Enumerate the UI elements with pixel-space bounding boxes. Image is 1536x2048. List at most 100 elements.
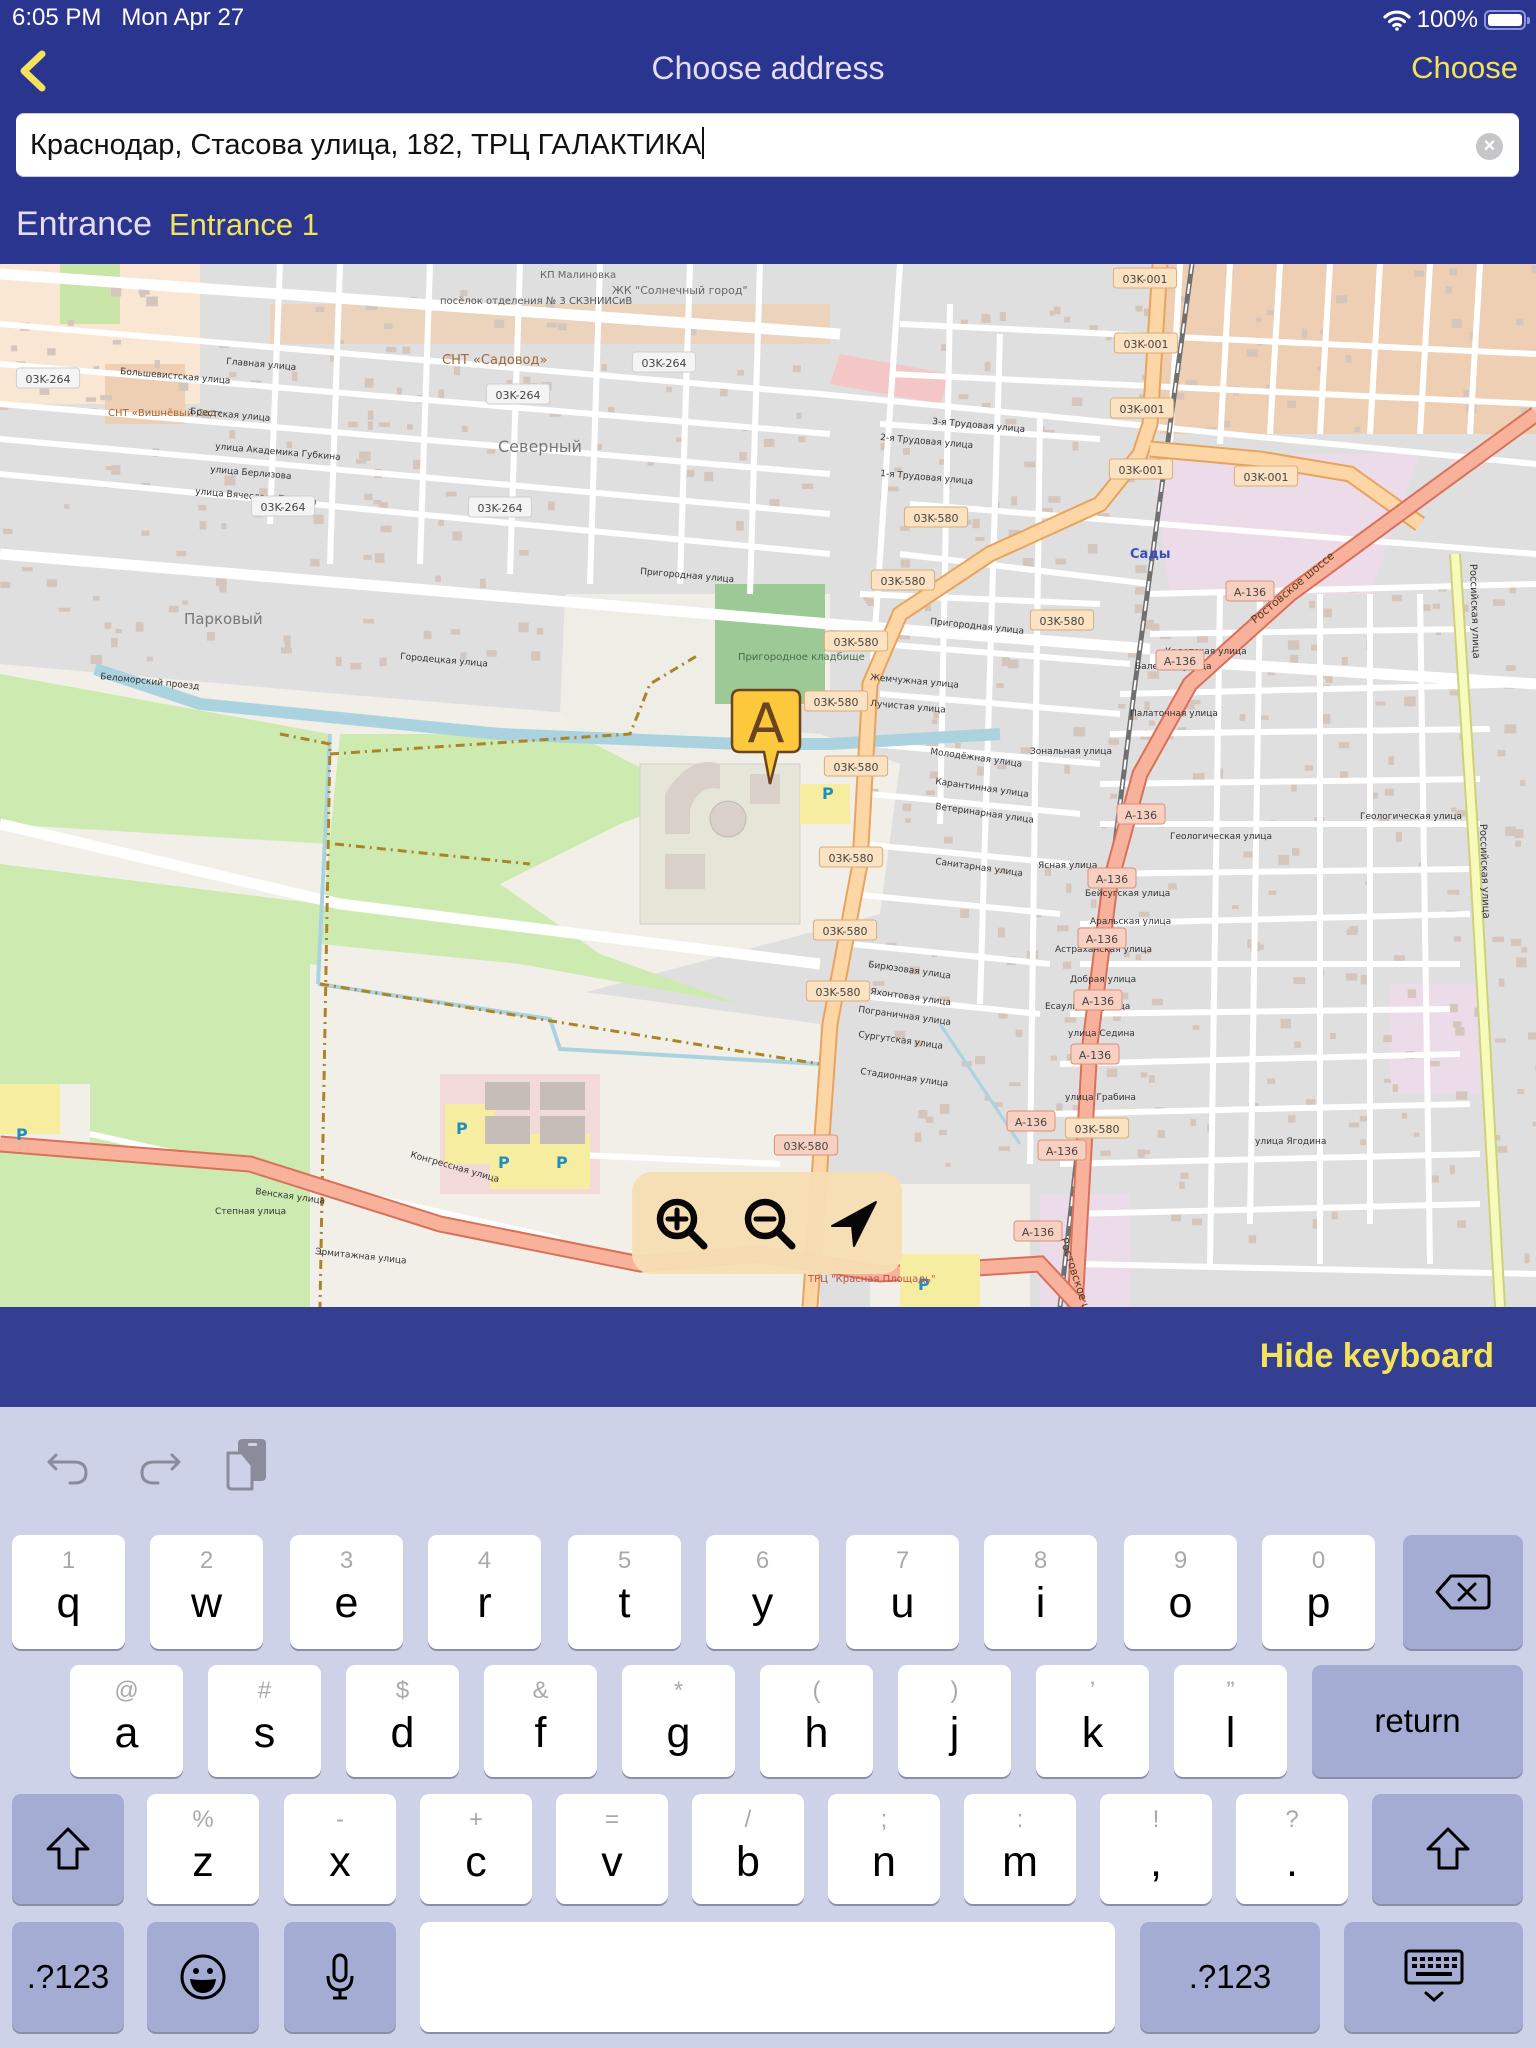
key-b[interactable]: / b xyxy=(692,1794,804,1904)
space-bar[interactable] xyxy=(420,1922,1115,2032)
road-shield: A-136 xyxy=(1037,1139,1087,1161)
road-shield-label: 03K-264 xyxy=(495,389,540,402)
map-building xyxy=(283,635,291,642)
map-building xyxy=(1062,961,1072,969)
key-u[interactable]: 7u xyxy=(846,1535,959,1649)
road-shield-label: 03K-264 xyxy=(477,502,522,515)
return-key[interactable]: return xyxy=(1312,1665,1523,1777)
key-n[interactable]: ; n xyxy=(828,1794,940,1904)
key-secondary-label: ; xyxy=(880,1806,888,1833)
map-building xyxy=(763,438,775,448)
key-l[interactable]: ” l xyxy=(1174,1665,1287,1777)
key-q[interactable]: 1q xyxy=(12,1535,125,1649)
redo-button[interactable] xyxy=(134,1437,184,1493)
street-label: Добрая улица xyxy=(1070,975,1136,985)
dismiss-keyboard-key[interactable] xyxy=(1344,1922,1523,2032)
hide-keyboard-button[interactable]: Hide keyboard xyxy=(1260,1337,1494,1376)
key-comma[interactable]: !, xyxy=(1100,1794,1212,1904)
address-input-value[interactable]: Краснодар, Стасова улица, 182, ТРЦ ГАЛАК… xyxy=(30,127,705,162)
key-secondary-label: 9 xyxy=(1173,1547,1188,1574)
zoom-out-button[interactable] xyxy=(740,1194,800,1254)
road-shield-label: 03K-580 xyxy=(813,696,858,709)
key-period[interactable]: ?. xyxy=(1236,1794,1348,1904)
map-building xyxy=(21,567,33,572)
map-building xyxy=(1073,727,1086,737)
road-shield-label: 03K-264 xyxy=(260,501,305,514)
key-m[interactable]: :m xyxy=(964,1794,1076,1904)
map-building xyxy=(438,389,445,399)
map-building xyxy=(1517,1088,1525,1095)
key-s[interactable]: # s xyxy=(208,1665,321,1777)
key-i[interactable]: 8i xyxy=(984,1535,1097,1649)
key-v[interactable]: = v xyxy=(556,1794,668,1904)
undo-button[interactable] xyxy=(44,1437,94,1493)
key-label: m xyxy=(1002,1838,1038,1886)
key-secondary-label: * xyxy=(673,1677,684,1704)
key-h[interactable]: (h xyxy=(760,1665,873,1777)
shift-key-left[interactable] xyxy=(12,1794,124,1904)
key-r[interactable]: 4r xyxy=(428,1535,541,1649)
map-building xyxy=(1255,317,1262,322)
map-building xyxy=(445,491,457,497)
map-building xyxy=(1278,854,1290,865)
paste-icon xyxy=(226,1439,266,1491)
road-shield-label: 03K-264 xyxy=(25,373,70,386)
entrance-selector[interactable]: Entrance 1 xyxy=(169,207,319,243)
emoji-key[interactable] xyxy=(147,1922,259,2032)
key-secondary-label: - xyxy=(336,1806,344,1833)
my-location-button[interactable] xyxy=(824,1194,884,1254)
map-building xyxy=(945,1162,951,1167)
key-label: .?123 xyxy=(1188,1958,1272,1995)
map-building xyxy=(1064,316,1071,323)
map-building xyxy=(739,451,747,461)
map-building xyxy=(438,519,444,526)
road-shield-label: A-136 xyxy=(1079,1049,1111,1062)
key-j[interactable]: ) j xyxy=(898,1665,1011,1777)
key-d[interactable]: $ d xyxy=(346,1665,459,1777)
map-building xyxy=(685,469,695,477)
key-c[interactable]: + c xyxy=(420,1794,532,1904)
map-building xyxy=(1532,1121,1536,1127)
clear-text-button[interactable]: × xyxy=(1476,133,1503,160)
zoom-in-button[interactable] xyxy=(652,1194,712,1254)
key-a[interactable]: @ a xyxy=(70,1665,183,1777)
key-o[interactable]: 9o xyxy=(1124,1535,1237,1649)
map-building xyxy=(1011,496,1017,506)
key-y[interactable]: 6y xyxy=(706,1535,819,1649)
map-building xyxy=(1498,978,1505,987)
map-building xyxy=(1232,905,1239,910)
road-shield-label: A-136 xyxy=(1046,1145,1078,1158)
key-secondary-label: 2 xyxy=(199,1547,214,1574)
address-input[interactable]: Краснодар, Стасова улица, 182, ТРЦ ГАЛАК… xyxy=(16,113,1519,177)
key-x[interactable]: -x xyxy=(284,1794,396,1904)
paste-button[interactable] xyxy=(224,1437,274,1493)
map-canvas[interactable]: P P P P P P Северный Парковый Сады СНТ «… xyxy=(0,264,1536,1307)
key-f[interactable]: & f xyxy=(484,1665,597,1777)
key-g[interactable]: * g xyxy=(622,1665,735,1777)
key-t[interactable]: 5t xyxy=(568,1535,681,1649)
numbers-key-right[interactable]: .?123 xyxy=(1140,1922,1320,2032)
map-view[interactable]: P P P P P P Северный Парковый Сады СНТ «… xyxy=(0,264,1536,1307)
map-building xyxy=(1288,1115,1296,1123)
map-building xyxy=(1054,306,1061,315)
key-z[interactable]: % z xyxy=(147,1794,259,1904)
delete-key[interactable] xyxy=(1403,1535,1523,1649)
key-e[interactable]: 3e xyxy=(290,1535,403,1649)
map-building xyxy=(1401,1112,1408,1119)
map-building xyxy=(363,554,372,560)
street-label: Степная улица xyxy=(215,1207,286,1217)
back-button[interactable] xyxy=(14,48,54,94)
key-w[interactable]: 2w xyxy=(150,1535,263,1649)
map-building xyxy=(1135,565,1147,574)
key-p[interactable]: 0p xyxy=(1262,1535,1375,1649)
map-building xyxy=(373,499,382,505)
dictation-key[interactable] xyxy=(284,1922,396,2032)
key-k[interactable]: ’ k xyxy=(1036,1665,1149,1777)
numbers-key-left[interactable]: .?123 xyxy=(12,1922,124,2032)
key-label: q xyxy=(56,1579,81,1627)
map-building xyxy=(112,339,122,345)
shift-key-right[interactable] xyxy=(1372,1794,1523,1904)
place-label: Северный xyxy=(498,437,582,456)
choose-button[interactable]: Choose xyxy=(1411,50,1518,86)
clear-circle-icon: × xyxy=(1483,135,1496,157)
